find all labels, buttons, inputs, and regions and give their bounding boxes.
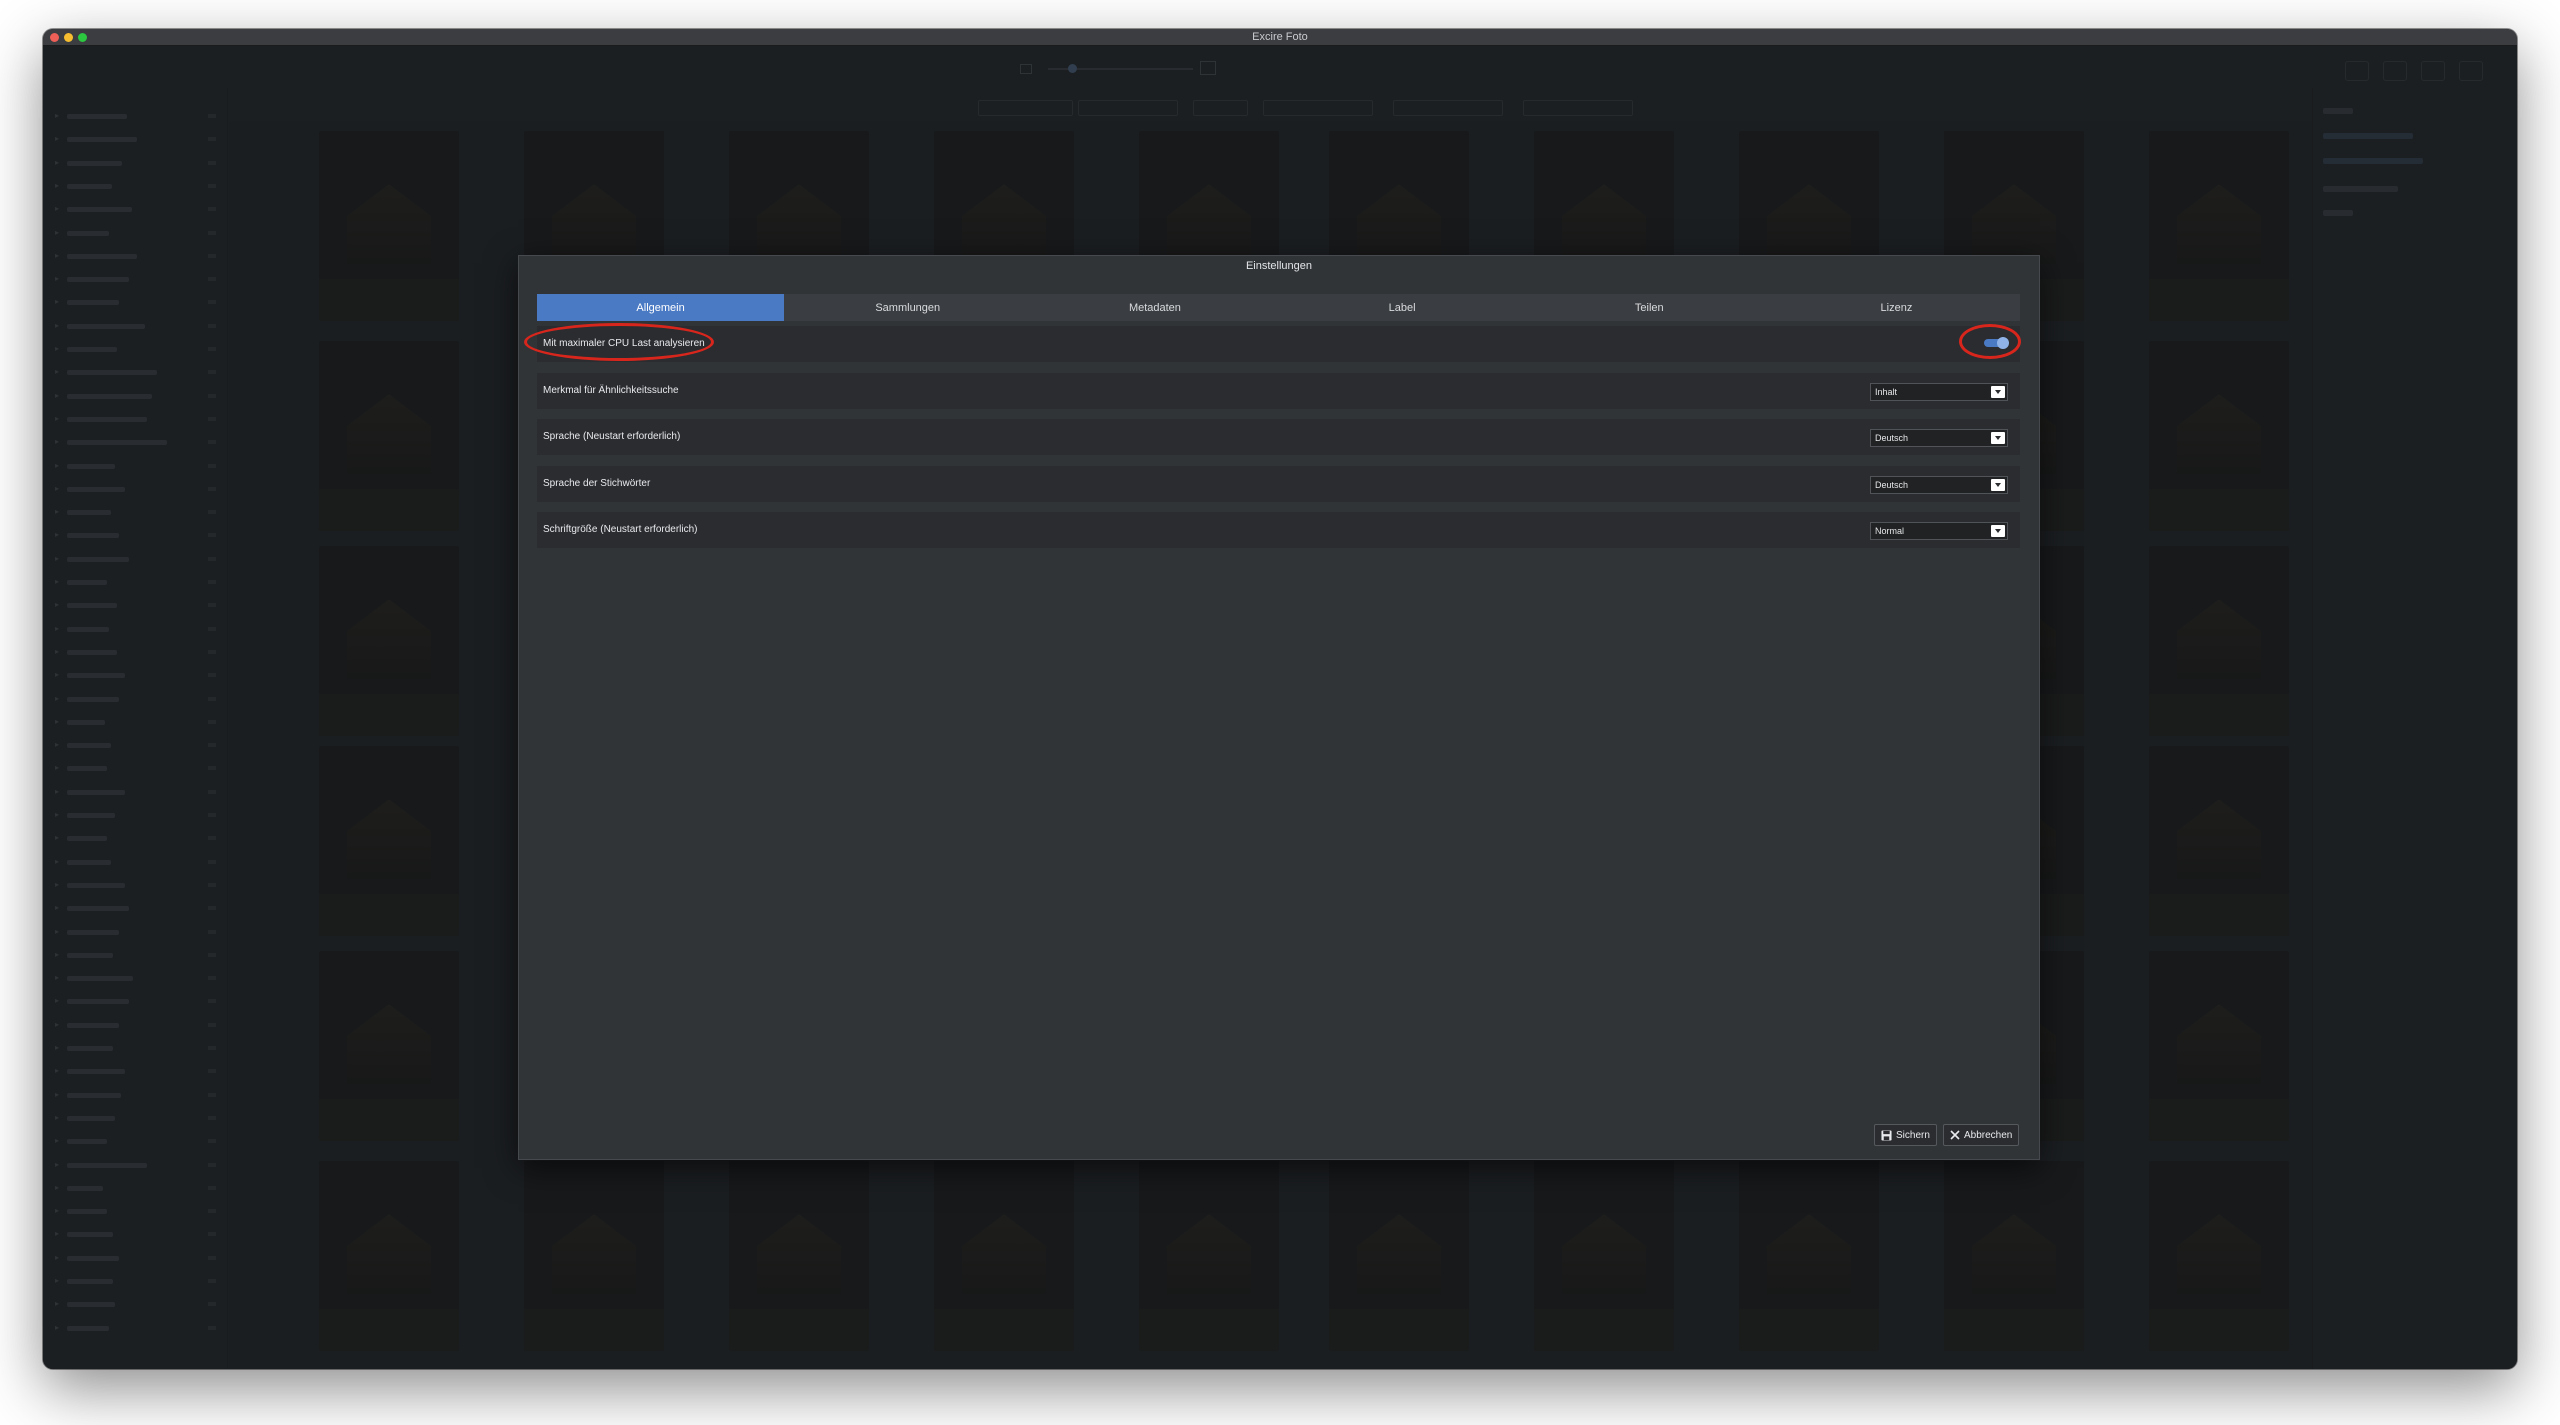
font-size-setting-label: Schriftgröße (Neustart erforderlich) [543, 524, 698, 535]
tab-metadaten[interactable]: Metadaten [1031, 294, 1278, 321]
tab-teilen[interactable]: Teilen [1526, 294, 1773, 321]
keyword-language-setting-label: Sprache der Stichwörter [543, 478, 651, 489]
annotation-ellipse-toggle [1959, 324, 2021, 359]
language-setting-row: Sprache (Neustart erforderlich) Deutsch [537, 419, 2020, 455]
chevron-down-icon[interactable] [1991, 525, 2005, 537]
close-icon [1950, 1130, 1960, 1140]
save-button-label: Sichern [1896, 1129, 1930, 1141]
keyword-language-setting-row: Sprache der Stichwörter Deutsch [537, 466, 2020, 502]
window-title: Excire Foto [1252, 31, 1308, 43]
title-bar: Excire Foto [43, 29, 2517, 46]
chevron-down-icon[interactable] [1991, 386, 2005, 398]
save-button[interactable]: Sichern [1874, 1124, 1937, 1146]
font-size-select[interactable]: Normal [1870, 522, 2008, 540]
annotation-ellipse-label [524, 323, 714, 361]
similarity-setting-label: Merkmal für Ähnlichkeitssuche [543, 385, 679, 396]
tab-sammlungen[interactable]: Sammlungen [784, 294, 1031, 321]
keyword-language-select[interactable]: Deutsch [1870, 476, 2008, 494]
similarity-setting-row: Merkmal für Ähnlichkeitssuche Inhalt [537, 373, 2020, 409]
cancel-button[interactable]: Abbrechen [1943, 1124, 2020, 1146]
chevron-down-icon[interactable] [1991, 479, 2005, 491]
chevron-down-icon[interactable] [1991, 432, 2005, 444]
cancel-button-label: Abbrechen [1964, 1129, 2013, 1141]
app-window: Excire Foto ▸▸▸▸▸▸▸▸▸▸▸▸▸▸▸▸▸▸▸▸▸▸▸▸▸▸▸▸… [43, 29, 2517, 1369]
font-size-setting-row: Schriftgröße (Neustart erforderlich) Nor… [537, 512, 2020, 548]
language-select-value: Deutsch [1875, 433, 1909, 443]
tab-label[interactable]: Label [1279, 294, 1526, 321]
dialog-title: Einstellungen [1245, 260, 1313, 272]
similarity-select-value: Inhalt [1875, 387, 1898, 397]
font-size-select-value: Normal [1875, 526, 1905, 536]
keyword-language-select-value: Deutsch [1875, 480, 1909, 490]
save-icon [1881, 1129, 1892, 1141]
tab-lizenz[interactable]: Lizenz [1773, 294, 2020, 321]
language-select[interactable]: Deutsch [1870, 429, 2008, 447]
settings-dialog: Einstellungen Allgemein Sammlungen Metad… [518, 255, 2040, 1160]
settings-tabs: Allgemein Sammlungen Metadaten Label Tei… [537, 294, 2020, 321]
language-setting-label: Sprache (Neustart erforderlich) [543, 431, 681, 442]
similarity-select[interactable]: Inhalt [1870, 383, 2008, 401]
cpu-setting-row: Mit maximaler CPU Last analysieren [537, 326, 2020, 362]
tab-allgemein[interactable]: Allgemein [537, 294, 785, 321]
